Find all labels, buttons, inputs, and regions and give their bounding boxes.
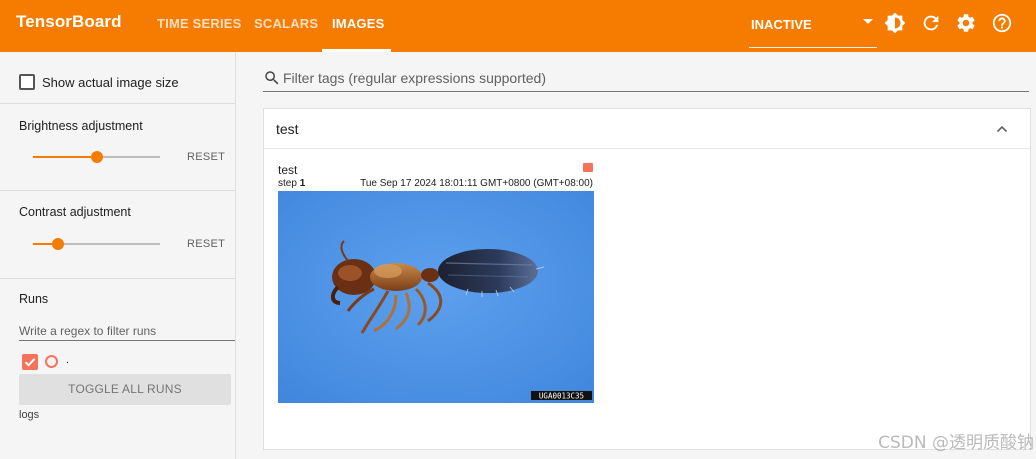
image-display[interactable]: UGA0013C35	[278, 191, 594, 403]
tag-filter-input[interactable]	[283, 66, 1023, 90]
runs-title: Runs	[19, 292, 49, 306]
brightness-slider-thumb[interactable]	[90, 151, 103, 163]
brightness-slider-fill	[33, 156, 97, 158]
step-value: 1	[299, 178, 306, 189]
contrast-label: Contrast adjustment	[19, 205, 131, 219]
ant-specimen-image: UGA0013C35	[278, 191, 594, 403]
contrast-slider-thumb[interactable]	[52, 238, 65, 250]
csdn-watermark: CSDN @透明质酸钠	[878, 433, 1034, 453]
contrast-reset-button[interactable]: RESET	[187, 238, 225, 250]
image-timestamp: Tue Sep 17 2024 18:01:11 GMT+0800 (GMT+0…	[360, 178, 593, 189]
tab-images[interactable]: IMAGES	[332, 16, 384, 31]
main-content: test test step 1 Tue Sep 17 2024 18:01:1…	[237, 52, 1036, 459]
tag-group-title: test	[276, 121, 299, 137]
contrast-section: Contrast adjustment RESET	[0, 191, 236, 279]
run-name: .	[66, 354, 70, 366]
caret-down-icon	[863, 19, 873, 24]
tag-group-header[interactable]: test	[264, 109, 1030, 149]
show-actual-size-checkbox[interactable]	[19, 74, 35, 90]
checkmark-icon	[24, 358, 36, 367]
tag-filter-bar	[263, 66, 1029, 92]
run-color-indicator[interactable]	[45, 355, 58, 368]
show-actual-size-label: Show actual image size	[42, 75, 179, 90]
run-group-label: logs	[19, 409, 40, 421]
brightness-slider[interactable]	[33, 151, 160, 163]
step-label: step	[278, 178, 297, 189]
toggle-all-runs-button[interactable]: TOGGLE ALL RUNS	[19, 374, 231, 405]
plugin-select-dropdown[interactable]: INACTIVE	[749, 16, 877, 48]
theme-brightness-icon[interactable]	[884, 12, 906, 34]
image-step: step 1	[278, 178, 305, 189]
brightness-reset-button[interactable]: RESET	[187, 151, 225, 163]
image-card: test step 1 Tue Sep 17 2024 18:01:11 GMT…	[278, 163, 594, 403]
app-title: TensorBoard	[16, 12, 122, 31]
image-size-section: Show actual image size	[0, 52, 236, 104]
runs-filter-input[interactable]	[19, 321, 235, 341]
image-tag-name: test	[278, 163, 298, 177]
run-checkbox[interactable]	[22, 354, 38, 370]
tag-group-card: test test step 1 Tue Sep 17 2024 18:01:1…	[263, 108, 1031, 450]
chevron-up-icon[interactable]	[996, 123, 1008, 135]
run-color-swatch	[583, 163, 593, 172]
specimen-code: UGA0013C35	[539, 392, 584, 401]
contrast-slider[interactable]	[33, 238, 160, 250]
refresh-icon[interactable]	[920, 12, 942, 34]
search-icon	[265, 71, 279, 85]
tab-scalars[interactable]: SCALARS	[254, 16, 318, 31]
brightness-label: Brightness adjustment	[19, 119, 143, 133]
help-icon[interactable]	[991, 12, 1013, 34]
settings-gear-icon[interactable]	[955, 12, 977, 34]
tab-time-series[interactable]: TIME SERIES	[157, 16, 242, 31]
plugin-select-value: INACTIVE	[751, 17, 812, 32]
top-app-bar: TensorBoard TIME SERIES SCALARS IMAGES I…	[0, 0, 1036, 52]
settings-sidebar: Show actual image size Brightness adjust…	[0, 52, 236, 459]
brightness-section: Brightness adjustment RESET	[0, 104, 236, 191]
